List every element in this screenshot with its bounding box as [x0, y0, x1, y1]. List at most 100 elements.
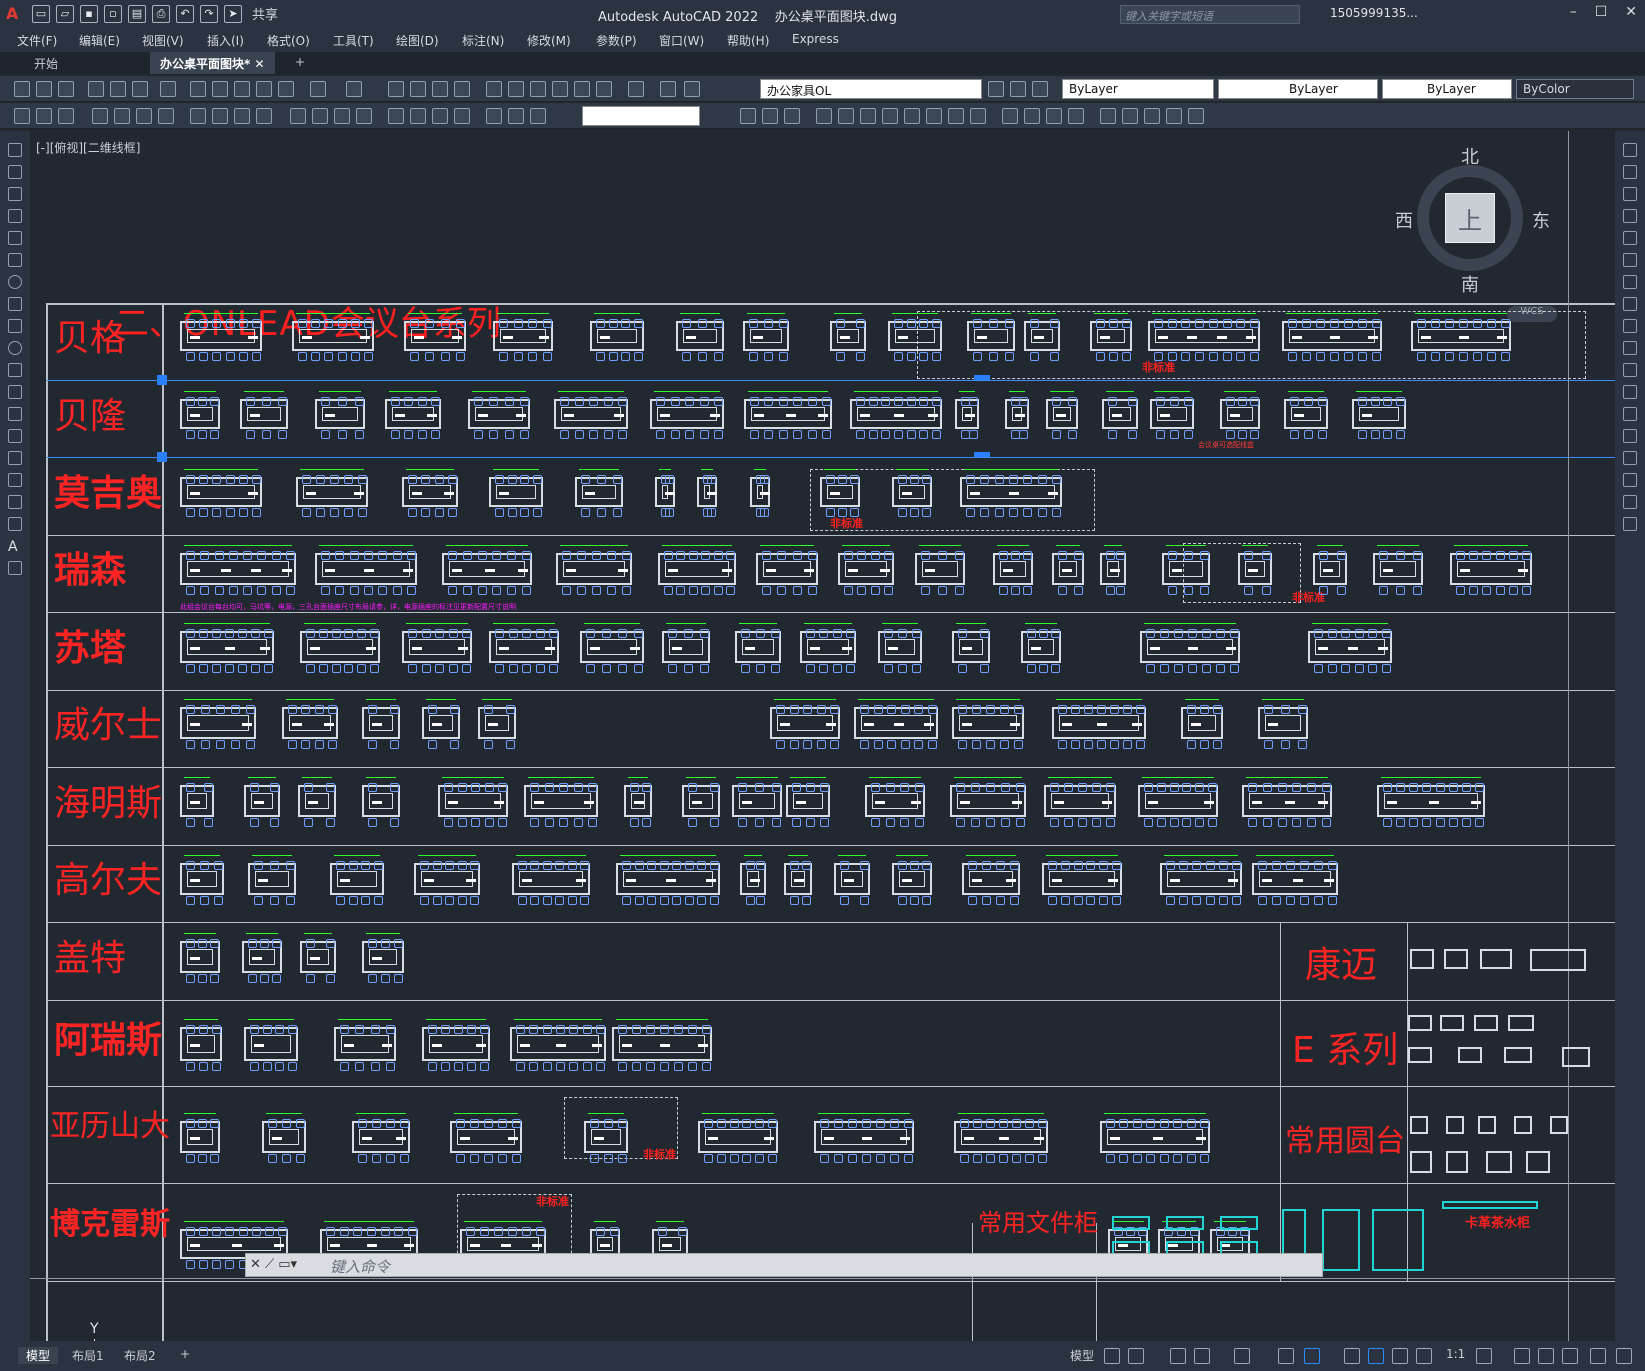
- table-block[interactable]: [993, 545, 1033, 595]
- sheet-set-icon[interactable]: [552, 81, 568, 97]
- grip-handle-3[interactable]: [974, 375, 990, 380]
- table-block[interactable]: [334, 1019, 396, 1071]
- modify-array-icon[interactable]: [838, 108, 854, 124]
- small-block[interactable]: [1442, 1201, 1538, 1209]
- table-block[interactable]: [1411, 313, 1511, 361]
- table-block[interactable]: [362, 699, 400, 749]
- table-block[interactable]: [740, 855, 766, 905]
- dim-update-icon[interactable]: [486, 108, 502, 124]
- table-block[interactable]: [952, 699, 1024, 749]
- layer-on-icon[interactable]: [684, 81, 700, 97]
- jogged-linear-icon[interactable]: [410, 108, 426, 124]
- tab-close-icon[interactable]: ✕: [254, 57, 264, 71]
- table-block[interactable]: [1100, 1113, 1210, 1163]
- move-icon[interactable]: [1623, 253, 1637, 267]
- table-block[interactable]: [1377, 777, 1485, 827]
- modify-hatch-edit-icon[interactable]: [1144, 108, 1160, 124]
- table-block[interactable]: [180, 313, 262, 361]
- break-point-icon[interactable]: [1623, 385, 1637, 399]
- table-block[interactable]: [422, 699, 460, 749]
- table-block[interactable]: [296, 469, 368, 517]
- dim-text-edit-icon[interactable]: [454, 108, 470, 124]
- center-mark-icon[interactable]: [356, 108, 372, 124]
- table-block[interactable]: [743, 313, 789, 361]
- add-layout-button[interactable]: +: [172, 1347, 198, 1361]
- grip-handle-4[interactable]: [974, 452, 990, 457]
- polar-toggle-icon[interactable]: [1194, 1348, 1210, 1364]
- cut-icon[interactable]: [190, 81, 206, 97]
- table-block[interactable]: [1373, 545, 1423, 595]
- table-block[interactable]: [489, 469, 543, 517]
- dim-radius-icon[interactable]: [114, 108, 130, 124]
- undo-tool-icon[interactable]: [310, 81, 326, 97]
- table-block[interactable]: [820, 469, 860, 517]
- table-block[interactable]: [1102, 391, 1138, 439]
- modify-rotate-icon[interactable]: [860, 108, 876, 124]
- annotation-visibility-icon[interactable]: [1368, 1348, 1384, 1364]
- table-block[interactable]: [510, 1019, 606, 1071]
- modify-mirror-icon[interactable]: [784, 108, 800, 124]
- customize-menu-icon[interactable]: [1616, 1348, 1632, 1364]
- menu-modify[interactable]: 修改(M): [527, 32, 571, 49]
- table-block[interactable]: [315, 545, 417, 595]
- table-block[interactable]: [967, 313, 1015, 361]
- modify-trim-icon[interactable]: [948, 108, 964, 124]
- menu-window[interactable]: 窗口(W): [659, 32, 704, 49]
- table-block[interactable]: [244, 777, 280, 827]
- break-icon[interactable]: [1623, 407, 1637, 421]
- modify-move-icon[interactable]: [740, 108, 756, 124]
- polygon-icon[interactable]: [8, 209, 22, 223]
- layer-dropdown[interactable]: 办公家具OL: [760, 79, 982, 99]
- workspace-gear-icon[interactable]: [1476, 1348, 1492, 1364]
- table-block[interactable]: [1252, 855, 1338, 905]
- table-block[interactable]: [800, 623, 856, 673]
- open-icon[interactable]: [36, 81, 52, 97]
- table-block[interactable]: [954, 1113, 1048, 1163]
- small-block[interactable]: [1562, 1047, 1590, 1067]
- viewcube[interactable]: 上 北 南 东 西: [1395, 143, 1550, 296]
- polyline-icon[interactable]: [8, 187, 22, 201]
- undo-icon[interactable]: ↶: [176, 4, 194, 23]
- lineweight-toggle-icon[interactable]: [1344, 1348, 1360, 1364]
- zoom-window-icon[interactable]: [432, 81, 448, 97]
- compass-west[interactable]: 西: [1395, 207, 1413, 233]
- table-block[interactable]: [590, 313, 644, 361]
- dim-diameter-icon[interactable]: [158, 108, 174, 124]
- spline-icon[interactable]: [8, 319, 22, 333]
- lineweight-dropdown[interactable]: ByLayer: [1382, 79, 1512, 99]
- region-icon[interactable]: [8, 495, 22, 509]
- erase-icon[interactable]: [1623, 143, 1637, 157]
- small-block[interactable]: [1112, 1216, 1150, 1230]
- block-editor-icon[interactable]: [278, 81, 294, 97]
- table-block[interactable]: [362, 933, 404, 983]
- table-block[interactable]: [1100, 545, 1126, 595]
- redo-icon[interactable]: ↷: [200, 4, 218, 23]
- table-block[interactable]: [1021, 623, 1061, 673]
- small-block[interactable]: [1530, 949, 1586, 971]
- table-block[interactable]: [1220, 391, 1260, 439]
- table-block[interactable]: [352, 1113, 410, 1163]
- table-block[interactable]: [655, 469, 675, 517]
- table-block[interactable]: [1042, 855, 1122, 905]
- dim-baseline-icon[interactable]: [234, 108, 250, 124]
- dim-style-dropdown[interactable]: [582, 106, 700, 126]
- table-block[interactable]: [1052, 545, 1084, 595]
- table-block[interactable]: [300, 933, 336, 983]
- table-block[interactable]: [180, 391, 220, 439]
- table-block[interactable]: [960, 469, 1062, 517]
- close-button[interactable]: ✕: [1625, 4, 1637, 20]
- table-block[interactable]: [1046, 391, 1078, 439]
- small-block[interactable]: [1322, 1209, 1360, 1271]
- annotation-scale-icon[interactable]: [1416, 1348, 1432, 1364]
- small-block[interactable]: [1410, 1116, 1428, 1134]
- table-block[interactable]: [1140, 623, 1240, 673]
- table-block[interactable]: [240, 391, 288, 439]
- tolerance-icon[interactable]: [334, 108, 350, 124]
- table-block[interactable]: [180, 777, 214, 827]
- small-block[interactable]: [1166, 1216, 1204, 1230]
- point-icon[interactable]: [8, 429, 22, 443]
- publish-icon[interactable]: ▤: [128, 4, 146, 23]
- hardware-acceleration-icon[interactable]: [1562, 1348, 1578, 1364]
- copy-object-icon[interactable]: [1623, 165, 1637, 179]
- extend-icon[interactable]: [1623, 363, 1637, 377]
